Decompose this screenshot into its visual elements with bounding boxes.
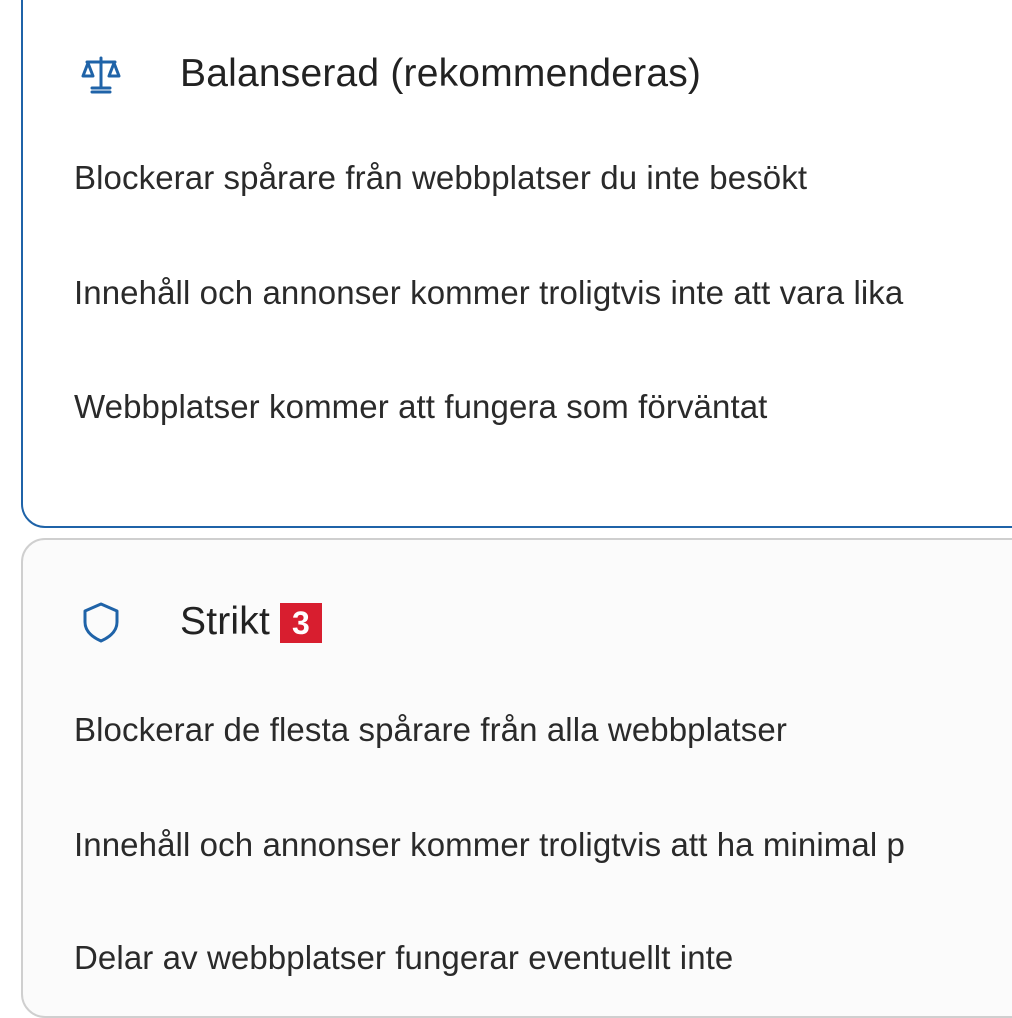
shield-icon [79, 600, 123, 644]
strict-title-text: Strikt [180, 600, 271, 643]
strict-option-card[interactable]: Strikt 3 Blockerar de flesta spårare från… [21, 538, 1012, 1018]
strict-title: Strikt 3 [180, 600, 323, 644]
balanced-bullet-2: Innehåll och annonser kommer troligtvis … [74, 274, 904, 311]
step-number-badge: 3 [280, 603, 323, 643]
balanced-header: Balanserad (rekommenderas) [79, 44, 701, 104]
balanced-bullet-3: Webbplatser kommer att fungera som förvä… [74, 388, 768, 425]
balance-scale-icon [79, 52, 123, 96]
strict-bullet-3: Delar av webbplatser fungerar eventuellt… [74, 939, 734, 976]
strict-bullet-2: Innehåll och annonser kommer troligtvis … [74, 826, 905, 863]
strict-header: Strikt 3 [79, 592, 323, 652]
balanced-title: Balanserad (rekommenderas) [180, 52, 702, 95]
balanced-bullet-1: Blockerar spårare från webbplatser du in… [74, 159, 808, 196]
strict-bullet-1: Blockerar de flesta spårare från alla we… [74, 711, 787, 748]
balanced-option-card[interactable]: Balanserad (rekommenderas) Blockerar spå… [21, 0, 1012, 528]
